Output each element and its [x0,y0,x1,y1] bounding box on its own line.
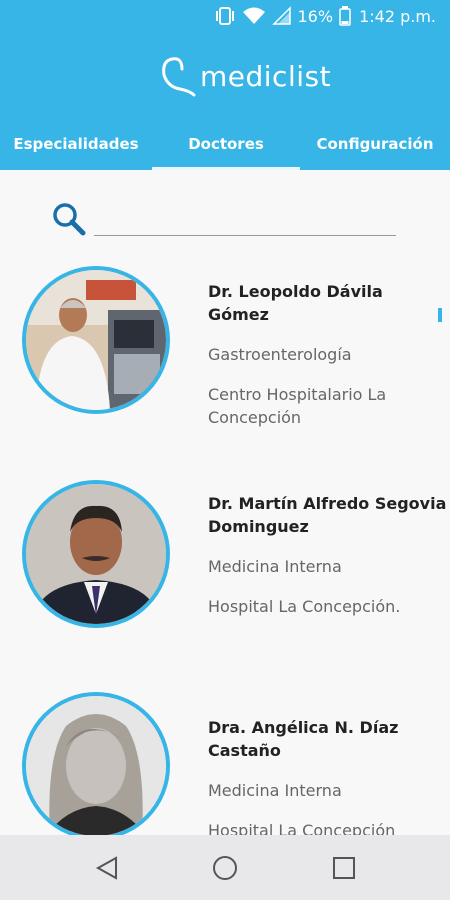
system-nav-bar [0,835,450,900]
tab-label: Especialidades [13,135,139,153]
tab-especialidades[interactable]: Especialidades [0,118,152,170]
doctor-card[interactable]: Dr. Leopoldo Dávila Gómez Gastroenterolo… [0,266,450,436]
doctor-photo [22,266,170,414]
tab-label: Configuración [316,135,434,153]
home-icon[interactable] [210,853,240,883]
doctor-hospital: Centro Hospitalario La Concepción [208,385,387,427]
stethoscope-icon [162,57,196,97]
doctor-specialty: Medicina Interna [208,781,342,800]
doctor-name: Dra. Angélica N. Díaz Castaño [208,718,399,760]
doctor-card[interactable]: Dr. Martín Alfredo Segovia Dominguez Med… [0,480,450,650]
tab-bar: Especialidades Doctores Configuración [0,118,450,170]
recents-icon[interactable] [329,853,359,883]
tab-label: Doctores [188,135,264,153]
doctor-name: Dr. Martín Alfredo Segovia Dominguez [208,494,447,536]
doctor-info: Dr. Leopoldo Dávila Gómez Gastroenterolo… [208,280,448,429]
brand-name: mediclist [200,59,332,93]
back-icon[interactable] [92,853,122,883]
doctor-photo [22,480,170,628]
search-icon[interactable] [52,202,86,240]
app-header: 16% 1:42 p.m. mediclist Especialidades D… [0,0,450,170]
doctor-info: Dra. Angélica N. Díaz Castaño Medicina I… [208,716,448,842]
vibrate-icon [214,6,236,26]
clock: 1:42 p.m. [359,6,436,26]
tab-doctores[interactable]: Doctores [152,118,300,170]
app-logo: mediclist [160,50,331,102]
doctor-info: Dr. Martín Alfredo Segovia Dominguez Med… [208,492,448,618]
wifi-icon [242,6,266,26]
tab-configuracion[interactable]: Configuración [300,118,450,170]
signal-icon [271,6,292,26]
search-input[interactable] [94,204,396,236]
search-bar [52,200,398,240]
doctor-photo [22,692,170,840]
battery-icon [339,6,351,26]
doctor-specialty: Gastroenterología [208,345,352,364]
battery-percent: 16% [297,6,334,26]
doctor-hospital: Hospital La Concepción. [208,597,401,616]
doctor-name: Dr. Leopoldo Dávila Gómez [208,282,383,324]
status-bar: 16% 1:42 p.m. [214,4,436,28]
doctor-specialty: Medicina Interna [208,557,342,576]
